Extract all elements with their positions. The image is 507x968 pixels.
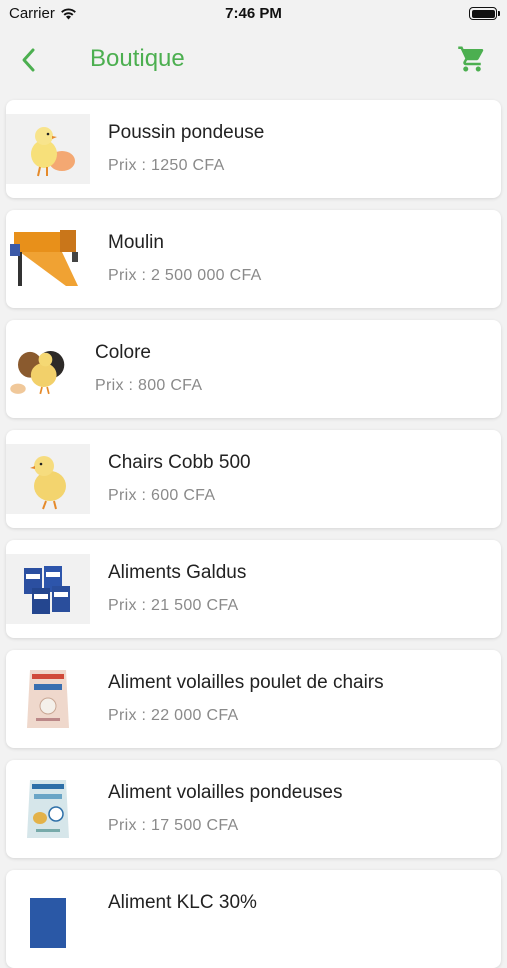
feed-sack-blue-image (6, 774, 90, 844)
colored-chicks-image (6, 334, 78, 404)
product-card[interactable]: Colore Prix : 800 CFA (6, 320, 501, 418)
product-name: Chairs Cobb 500 (108, 452, 251, 473)
product-price: Prix : 17 500 CFA (108, 817, 239, 834)
feed-sack-pink-image (6, 664, 90, 734)
blue-feed-bags-image (6, 554, 90, 624)
orange-mill-machine-image (6, 224, 90, 294)
product-price: Prix : 800 CFA (95, 377, 203, 394)
back-chevron-icon[interactable] (16, 42, 46, 78)
shopping-cart-icon[interactable] (457, 44, 487, 74)
product-card[interactable]: Chairs Cobb 500 Prix : 600 CFA (6, 430, 501, 528)
product-name: Moulin (108, 232, 164, 253)
page-title: Boutique (90, 45, 185, 72)
product-name: Aliments Galdus (108, 562, 247, 583)
battery-icon (469, 7, 500, 20)
product-price: Prix : 22 000 CFA (108, 707, 239, 724)
product-card[interactable]: Aliment KLC 30% (6, 870, 501, 968)
product-card[interactable]: Moulin Prix : 2 500 000 CFA (6, 210, 501, 308)
product-price: Prix : 1250 CFA (108, 157, 225, 174)
product-price: Prix : 21 500 CFA (108, 597, 239, 614)
product-name: Aliment volailles pondeuses (108, 782, 343, 803)
product-name: Aliment volailles poulet de chairs (108, 672, 384, 693)
status-bar: Carrier 7:46 PM (0, 0, 507, 28)
product-name: Poussin pondeuse (108, 122, 265, 143)
product-name: Aliment KLC 30% (108, 892, 257, 913)
status-time: 7:46 PM (225, 5, 282, 22)
product-card[interactable]: Aliment volailles poulet de chairs Prix … (6, 650, 501, 748)
product-card[interactable]: Aliments Galdus Prix : 21 500 CFA (6, 540, 501, 638)
yellow-chick-image (6, 444, 90, 514)
chick-with-egg-image (6, 114, 90, 184)
nav-bar: Boutique (0, 28, 507, 92)
product-price: Prix : 2 500 000 CFA (108, 267, 262, 284)
feed-bag-blue-image (6, 884, 90, 954)
product-name: Colore (95, 342, 151, 363)
product-price: Prix : 600 CFA (108, 487, 216, 504)
product-card[interactable]: Aliment volailles pondeuses Prix : 17 50… (6, 760, 501, 858)
product-card[interactable]: Poussin pondeuse Prix : 1250 CFA (6, 100, 501, 198)
